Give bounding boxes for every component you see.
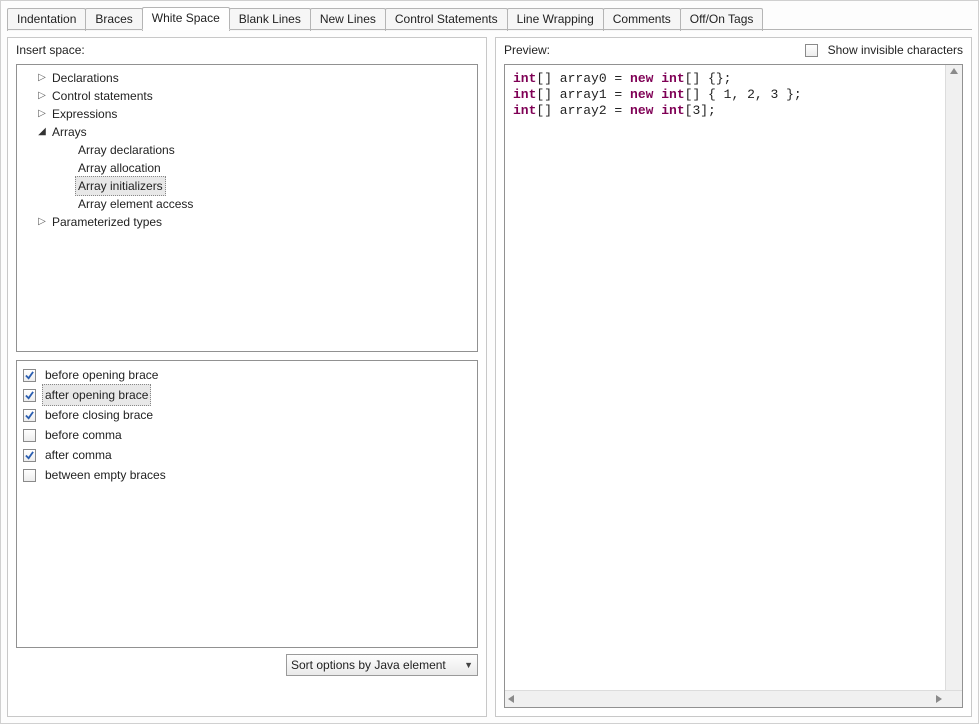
tree-item-label: Expressions xyxy=(49,105,120,123)
tab-white-space[interactable]: White Space xyxy=(142,7,230,30)
chevron-down-icon: ▼ xyxy=(464,660,473,670)
preview-label: Preview: xyxy=(504,43,550,57)
tree-item[interactable]: Array allocation xyxy=(21,159,473,177)
tab-bar: IndentationBracesWhite SpaceBlank LinesN… xyxy=(1,1,978,30)
tree-item[interactable]: ▷Expressions xyxy=(21,105,473,123)
tree-item-label: Parameterized types xyxy=(49,213,165,231)
insert-space-label: Insert space: xyxy=(16,43,85,57)
options-list: before opening braceafter opening braceb… xyxy=(17,361,477,489)
content-area: Insert space: ▷Declarations▷Control stat… xyxy=(1,31,978,723)
tree-item[interactable]: ◢Arrays xyxy=(21,123,473,141)
tab-control-statements[interactable]: Control Statements xyxy=(385,8,508,31)
tree-item-label: Array declarations xyxy=(75,141,178,159)
option-checkbox[interactable] xyxy=(23,469,36,482)
show-invisible-toggle[interactable]: Show invisible characters xyxy=(805,43,963,57)
tree-item-label: Array allocation xyxy=(75,159,164,177)
bottom-bar: Sort options by Java element ▼ xyxy=(16,654,478,676)
option-row[interactable]: after comma xyxy=(21,445,473,465)
tree-item-label: Declarations xyxy=(49,69,122,87)
tree-item[interactable]: ▷Control statements xyxy=(21,87,473,105)
tab-comments[interactable]: Comments xyxy=(603,8,681,31)
option-row[interactable]: before opening brace xyxy=(21,365,473,385)
tab-braces[interactable]: Braces xyxy=(85,8,142,31)
tree-container[interactable]: ▷Declarations▷Control statements▷Express… xyxy=(16,64,478,352)
tree-collapsed-icon[interactable]: ▷ xyxy=(35,105,49,123)
option-checkbox[interactable] xyxy=(23,369,36,382)
option-row[interactable]: before comma xyxy=(21,425,473,445)
show-invisible-label: Show invisible characters xyxy=(828,43,963,57)
left-panel-header: Insert space: xyxy=(8,38,486,60)
category-tree: ▷Declarations▷Control statements▷Express… xyxy=(17,65,477,235)
tree-collapsed-icon[interactable]: ▷ xyxy=(35,213,49,231)
option-row[interactable]: before closing brace xyxy=(21,405,473,425)
option-label: before comma xyxy=(42,425,125,445)
code-text: int[] array0 = new int[] {};int[] array1… xyxy=(505,65,962,125)
option-row[interactable]: after opening brace xyxy=(21,385,473,405)
option-label: after comma xyxy=(42,445,115,465)
tree-item[interactable]: ▷Declarations xyxy=(21,69,473,87)
tree-collapsed-icon[interactable]: ▷ xyxy=(35,69,49,87)
vertical-scrollbar[interactable] xyxy=(945,65,962,690)
horizontal-scrollbar[interactable] xyxy=(505,690,962,707)
tab-indentation[interactable]: Indentation xyxy=(7,8,86,31)
tab-blank-lines[interactable]: Blank Lines xyxy=(229,8,311,31)
option-label: before opening brace xyxy=(42,365,161,385)
tree-item[interactable]: Array initializers xyxy=(21,177,473,195)
tree-item[interactable]: ▷Parameterized types xyxy=(21,213,473,231)
tab-off-on-tags[interactable]: Off/On Tags xyxy=(680,8,764,31)
sort-options-label: Sort options by Java element xyxy=(291,658,446,672)
right-panel: Preview: Show invisible characters int[]… xyxy=(495,37,972,717)
tree-item-label: Array element access xyxy=(75,195,196,213)
tree-item-label: Array initializers xyxy=(75,176,166,196)
tab-new-lines[interactable]: New Lines xyxy=(310,8,386,31)
show-invisible-checkbox[interactable] xyxy=(805,44,818,57)
option-checkbox[interactable] xyxy=(23,409,36,422)
option-checkbox[interactable] xyxy=(23,449,36,462)
left-panel: Insert space: ▷Declarations▷Control stat… xyxy=(7,37,487,717)
tree-item[interactable]: Array declarations xyxy=(21,141,473,159)
tree-expanded-icon[interactable]: ◢ xyxy=(35,123,49,141)
option-checkbox[interactable] xyxy=(23,389,36,402)
tree-collapsed-icon[interactable]: ▷ xyxy=(35,87,49,105)
sort-options-dropdown[interactable]: Sort options by Java element ▼ xyxy=(286,654,478,676)
preview-header: Preview: Show invisible characters xyxy=(496,38,971,60)
tab-line-wrapping[interactable]: Line Wrapping xyxy=(507,8,604,31)
code-preview[interactable]: int[] array0 = new int[] {};int[] array1… xyxy=(504,64,963,708)
options-container[interactable]: before opening braceafter opening braceb… xyxy=(16,360,478,648)
option-label: after opening brace xyxy=(42,384,151,406)
tree-item-label: Control statements xyxy=(49,87,156,105)
option-row[interactable]: between empty braces xyxy=(21,465,473,485)
tree-item[interactable]: Array element access xyxy=(21,195,473,213)
tree-item-label: Arrays xyxy=(49,123,90,141)
option-checkbox[interactable] xyxy=(23,429,36,442)
option-label: before closing brace xyxy=(42,405,156,425)
option-label: between empty braces xyxy=(42,465,169,485)
